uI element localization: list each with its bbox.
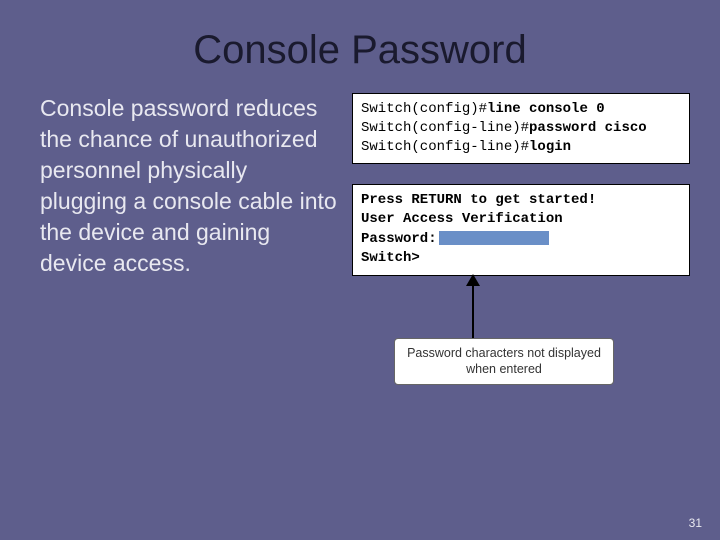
term1-line1-prefix: Switch(config)# <box>361 101 487 117</box>
page-number: 31 <box>689 516 702 530</box>
term1-line2-cmd: password cisco <box>529 120 647 136</box>
slide-title: Console Password <box>0 0 720 93</box>
term1-line1-cmd: line console 0 <box>487 101 605 117</box>
term2-line4: Switch> <box>361 249 681 269</box>
terminal-login: Press RETURN to get started! User Access… <box>352 184 690 276</box>
terminal-config: Switch(config)#line console 0 Switch(con… <box>352 93 690 164</box>
term2-line3: Password: <box>361 231 437 247</box>
body-text: Console password reduces the chance of u… <box>40 93 340 396</box>
figure-area: Switch(config)#line console 0 Switch(con… <box>352 93 690 396</box>
callout-wrapper: Password characters not displayed when e… <box>352 276 690 396</box>
term2-line2: User Access Verification <box>361 210 681 230</box>
password-mask <box>439 231 549 245</box>
arrow-line <box>472 276 474 344</box>
term1-line2-prefix: Switch(config-line)# <box>361 120 529 136</box>
term1-line3-prefix: Switch(config-line)# <box>361 139 529 155</box>
content-area: Console password reduces the chance of u… <box>0 93 720 396</box>
term1-line3-cmd: login <box>529 139 571 155</box>
callout-box: Password characters not displayed when e… <box>394 338 614 385</box>
term2-line1: Press RETURN to get started! <box>361 191 681 211</box>
